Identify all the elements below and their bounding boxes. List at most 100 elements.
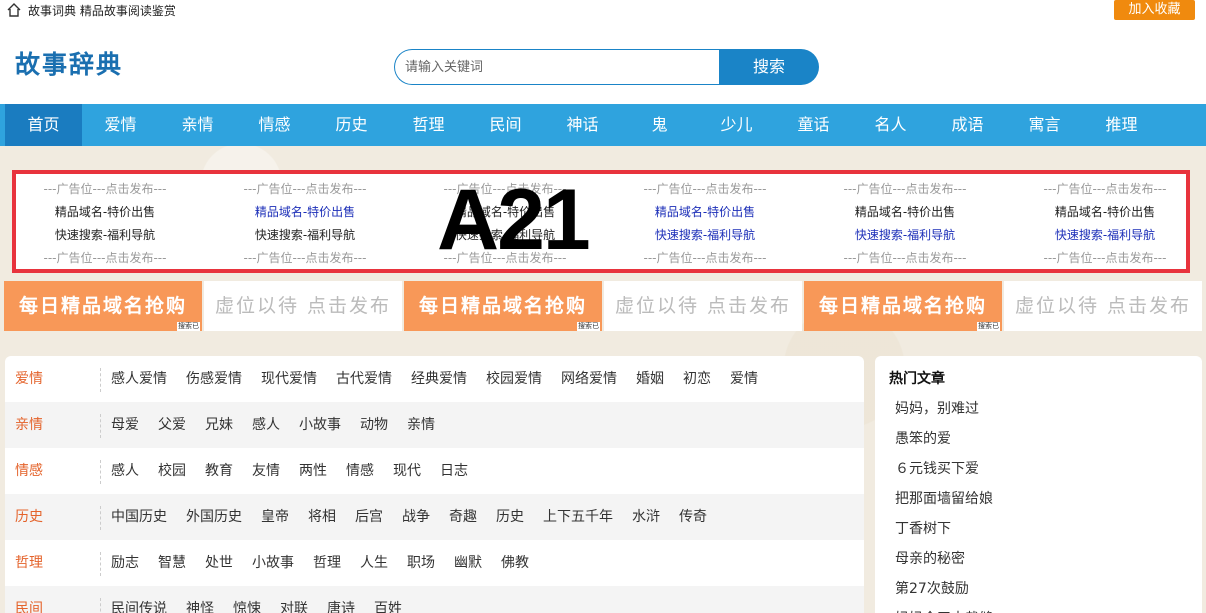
nav-item-12[interactable]: 成语: [929, 104, 1006, 146]
ad-link-domain[interactable]: 精品域名-特价出售: [820, 201, 990, 224]
category-tag-link[interactable]: 将相: [308, 509, 336, 525]
hot-article-link[interactable]: ６元钱买下爱: [895, 458, 979, 478]
category-tag-link[interactable]: 外国历史: [186, 509, 242, 525]
nav-item-9[interactable]: 少儿: [698, 104, 775, 146]
category-name[interactable]: 民间: [15, 586, 43, 613]
category-name[interactable]: 哲理: [15, 540, 43, 586]
ad-banner[interactable]: 虚位以待 点击发布: [1004, 281, 1202, 331]
ad-link-search[interactable]: 快速搜索-福利导航: [820, 224, 990, 247]
ad-slot-link[interactable]: ---广告位---点击发布---: [620, 247, 790, 270]
nav-item-13[interactable]: 寓言: [1006, 104, 1083, 146]
category-tag-link[interactable]: 小故事: [299, 417, 341, 433]
nav-item-4[interactable]: 历史: [313, 104, 390, 146]
category-tag-link[interactable]: 战争: [402, 509, 430, 525]
search-input[interactable]: [405, 50, 705, 84]
category-tag-link[interactable]: 两性: [299, 463, 327, 479]
nav-item-0[interactable]: 首页: [5, 104, 82, 146]
category-tag-link[interactable]: 现代爱情: [261, 371, 317, 387]
category-tag-link[interactable]: 哲理: [313, 555, 341, 571]
category-tag-link[interactable]: 动物: [360, 417, 388, 433]
category-tag-link[interactable]: 感人: [252, 417, 280, 433]
category-tag-link[interactable]: 古代爱情: [336, 371, 392, 387]
ad-slot-link[interactable]: ---广告位---点击发布---: [220, 247, 390, 270]
category-tag-link[interactable]: 网络爱情: [561, 371, 617, 387]
category-tag-link[interactable]: 传奇: [679, 509, 707, 525]
ad-slot-link[interactable]: ---广告位---点击发布---: [20, 178, 190, 201]
ad-slot-link[interactable]: ---广告位---点击发布---: [20, 247, 190, 270]
ad-link-search[interactable]: 快速搜索-福利导航: [620, 224, 790, 247]
category-tag-link[interactable]: 感人: [111, 463, 139, 479]
nav-item-8[interactable]: 鬼: [621, 104, 698, 146]
ad-slot-link[interactable]: ---广告位---点击发布---: [1020, 178, 1190, 201]
hot-article-link[interactable]: 愚笨的爱: [895, 428, 951, 448]
category-tag-link[interactable]: 伤感爱情: [186, 371, 242, 387]
ad-banner[interactable]: 虚位以待 点击发布: [204, 281, 402, 331]
ad-banner[interactable]: 虚位以待 点击发布: [604, 281, 802, 331]
category-tag-link[interactable]: 职场: [407, 555, 435, 571]
category-tag-link[interactable]: 教育: [205, 463, 233, 479]
nav-item-1[interactable]: 爱情: [82, 104, 159, 146]
category-tag-link[interactable]: 神怪: [186, 601, 214, 613]
category-tag-link[interactable]: 智慧: [158, 555, 186, 571]
nav-item-2[interactable]: 亲情: [159, 104, 236, 146]
category-name[interactable]: 亲情: [15, 402, 43, 448]
ad-link-domain[interactable]: 精品域名-特价出售: [220, 201, 390, 224]
add-favorite-button[interactable]: 加入收藏: [1114, 0, 1195, 20]
category-name[interactable]: 情感: [15, 448, 43, 494]
ad-slot-link[interactable]: ---广告位---点击发布---: [1020, 247, 1190, 270]
category-tag-link[interactable]: 唐诗: [327, 601, 355, 613]
hot-article-link[interactable]: 妈妈，别难过: [895, 398, 979, 418]
site-logo[interactable]: 故事辞典: [15, 45, 123, 81]
category-tag-link[interactable]: 情感: [346, 463, 374, 479]
category-tag-link[interactable]: 感人爱情: [111, 371, 167, 387]
hot-article-link[interactable]: 母亲的秘密: [895, 548, 965, 568]
ad-link-search[interactable]: 快速搜索-福利导航: [220, 224, 390, 247]
category-tag-link[interactable]: 水浒: [632, 509, 660, 525]
category-tag-link[interactable]: 民间传说: [111, 601, 167, 613]
nav-item-5[interactable]: 哲理: [390, 104, 467, 146]
ad-slot-link[interactable]: ---广告位---点击发布---: [220, 178, 390, 201]
category-tag-link[interactable]: 兄妹: [205, 417, 233, 433]
category-tag-link[interactable]: 皇帝: [261, 509, 289, 525]
category-tag-link[interactable]: 后宫: [355, 509, 383, 525]
category-tag-link[interactable]: 小故事: [252, 555, 294, 571]
category-tag-link[interactable]: 佛教: [501, 555, 529, 571]
hot-article-link[interactable]: 丁香树下: [895, 518, 951, 538]
ad-banner[interactable]: 每日精品域名抢购 搜索已: [804, 281, 1002, 331]
category-tag-link[interactable]: 爱情: [730, 371, 758, 387]
category-tag-link[interactable]: 父爱: [158, 417, 186, 433]
category-tag-link[interactable]: 中国历史: [111, 509, 167, 525]
category-tag-link[interactable]: 校园爱情: [486, 371, 542, 387]
category-tag-link[interactable]: 母爱: [111, 417, 139, 433]
category-tag-link[interactable]: 惊悚: [233, 601, 261, 613]
category-tag-link[interactable]: 奇趣: [449, 509, 477, 525]
nav-item-6[interactable]: 民间: [467, 104, 544, 146]
nav-item-7[interactable]: 神话: [544, 104, 621, 146]
category-tag-link[interactable]: 处世: [205, 555, 233, 571]
category-tag-link[interactable]: 上下五千年: [543, 509, 613, 525]
category-tag-link[interactable]: 经典爱情: [411, 371, 467, 387]
home-icon[interactable]: [6, 2, 22, 18]
ad-slot-link[interactable]: ---广告位---点击发布---: [820, 178, 990, 201]
nav-item-10[interactable]: 童话: [775, 104, 852, 146]
hot-article-link[interactable]: 把那面墙留给娘: [895, 488, 993, 508]
ad-banner[interactable]: 每日精品域名抢购 搜索已: [4, 281, 202, 331]
hot-article-link[interactable]: 妈妈今天去裁缝: [895, 608, 993, 613]
hot-article-link[interactable]: 第27次鼓励: [895, 578, 969, 598]
category-tag-link[interactable]: 对联: [280, 601, 308, 613]
category-name[interactable]: 爱情: [15, 356, 43, 402]
category-tag-link[interactable]: 现代: [393, 463, 421, 479]
category-tag-link[interactable]: 幽默: [454, 555, 482, 571]
category-tag-link[interactable]: 日志: [440, 463, 468, 479]
nav-item-11[interactable]: 名人: [852, 104, 929, 146]
search-button[interactable]: 搜索: [719, 49, 819, 85]
category-tag-link[interactable]: 历史: [496, 509, 524, 525]
ad-link-domain[interactable]: 精品域名-特价出售: [20, 201, 190, 224]
category-tag-link[interactable]: 初恋: [683, 371, 711, 387]
nav-item-3[interactable]: 情感: [236, 104, 313, 146]
ad-link-domain[interactable]: 精品域名-特价出售: [1020, 201, 1190, 224]
ad-link-search[interactable]: 快速搜索-福利导航: [20, 224, 190, 247]
ad-link-domain[interactable]: 精品域名-特价出售: [620, 201, 790, 224]
category-tag-link[interactable]: 人生: [360, 555, 388, 571]
category-tag-link[interactable]: 励志: [111, 555, 139, 571]
